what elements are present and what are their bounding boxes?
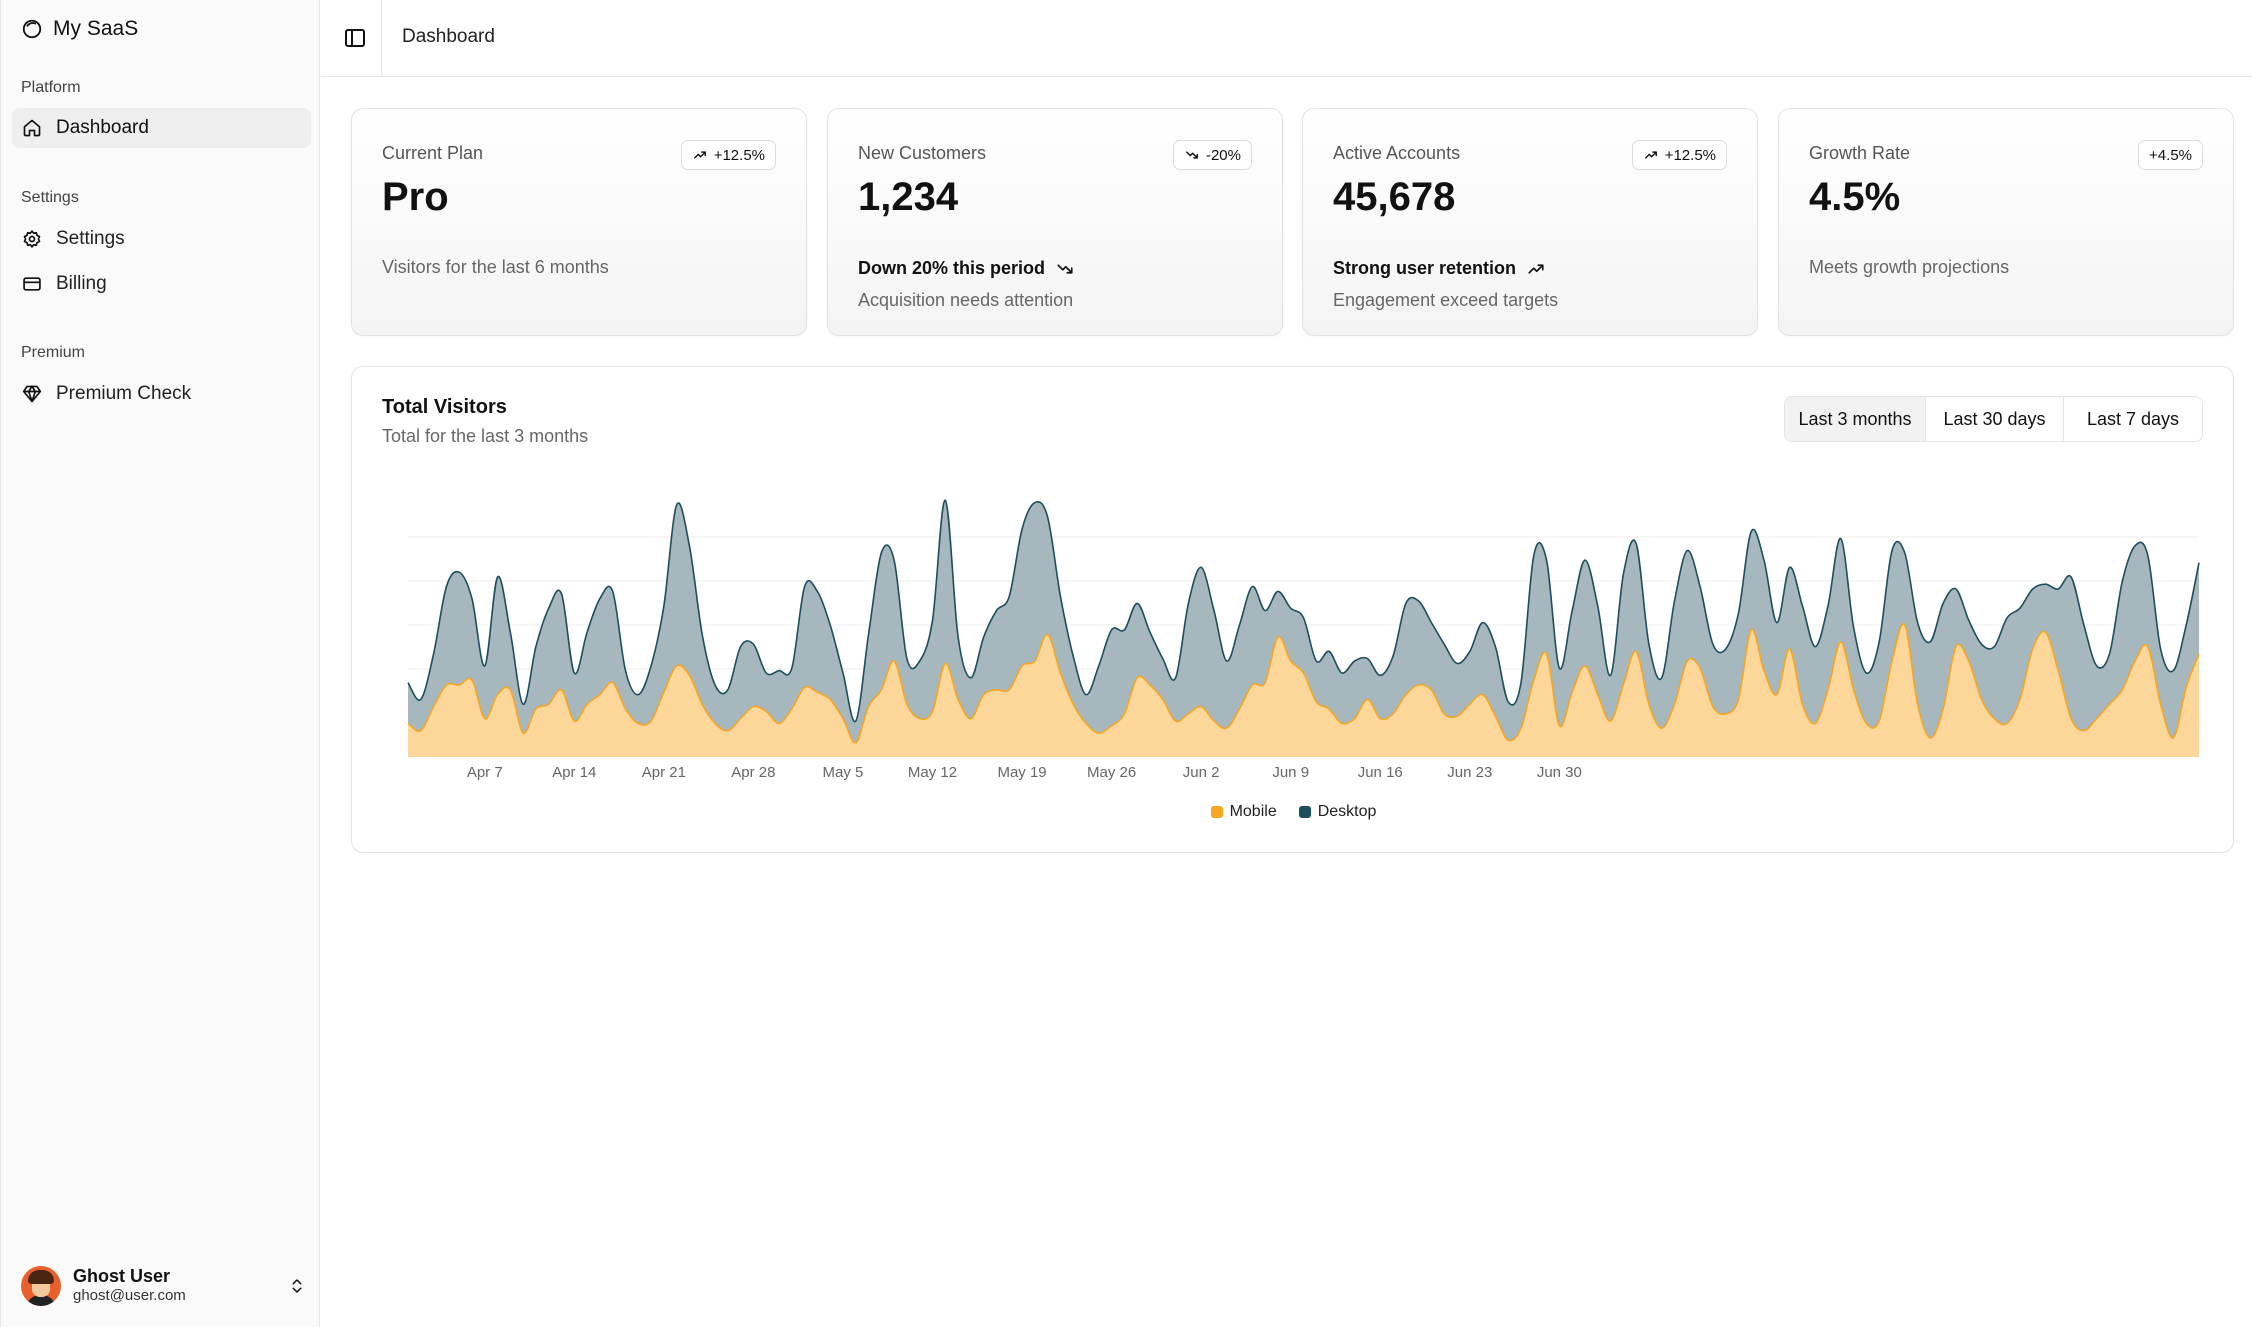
stat-card-active-accounts: Active Accounts +12.5% 45,678 Strong use… bbox=[1302, 108, 1758, 336]
x-tick-label: Apr 14 bbox=[552, 764, 596, 781]
breadcrumb: Dashboard bbox=[402, 26, 495, 47]
group-label-premium: Premium bbox=[21, 344, 86, 361]
card-description: Acquisition needs attention bbox=[858, 290, 1074, 310]
x-tick-label: Apr 21 bbox=[642, 764, 686, 781]
x-tick-label: Apr 28 bbox=[731, 764, 775, 781]
sidebar-item-label: Settings bbox=[56, 228, 125, 249]
sidebar-item-label: Dashboard bbox=[56, 117, 149, 138]
card-label: Current Plan bbox=[382, 143, 484, 163]
legend-item-mobile: Mobile bbox=[1210, 803, 1277, 821]
status-badge: -20% bbox=[1172, 140, 1252, 170]
stat-card-growth-rate: Growth Rate +4.5% 4.5% Meets growth proj… bbox=[1778, 108, 2234, 336]
trend-text: Down 20% this period bbox=[858, 258, 1046, 278]
card-label: New Customers bbox=[858, 143, 987, 163]
x-tick-label: May 26 bbox=[1087, 764, 1136, 781]
stat-card-current-plan: Current Plan +12.5% Pro Visitors for the… bbox=[351, 108, 807, 336]
legend-label-mobile: Mobile bbox=[1229, 803, 1277, 820]
x-tick-label: Jun 2 bbox=[1183, 764, 1220, 781]
legend-item-desktop: Desktop bbox=[1298, 803, 1377, 821]
status-badge: +4.5% bbox=[2138, 140, 2203, 170]
status-badge: +12.5% bbox=[1631, 140, 1727, 170]
x-tick-label: Jun 23 bbox=[1447, 764, 1492, 781]
card-label: Growth Rate bbox=[1809, 143, 1911, 163]
chevrons-up-down-icon bbox=[292, 1279, 302, 1293]
trending-up-icon bbox=[693, 151, 706, 159]
app-logo-icon bbox=[22, 19, 42, 39]
gem-icon bbox=[22, 385, 42, 403]
x-tick-label: Jun 16 bbox=[1358, 764, 1403, 781]
card-value: 1,234 bbox=[858, 175, 959, 219]
sidebar-item-dashboard[interactable]: Dashboard bbox=[12, 108, 311, 148]
app-name: My SaaS bbox=[53, 17, 139, 40]
trending-down-icon bbox=[1186, 151, 1198, 159]
user-menu[interactable]: Ghost User ghost@user.com bbox=[21, 1262, 306, 1310]
status-badge: +12.5% bbox=[680, 140, 776, 170]
sidebar-item-settings[interactable]: Settings bbox=[12, 219, 311, 259]
sidebar: My SaaS Platform Dashboard Settings Sett… bbox=[0, 0, 320, 1327]
x-tick-label: May 19 bbox=[997, 764, 1046, 781]
sidebar-item-billing[interactable]: Billing bbox=[12, 264, 311, 304]
legend-swatch-mobile bbox=[1210, 806, 1223, 818]
stat-card-new-customers: New Customers -20% 1,234 Down 20% this p… bbox=[827, 108, 1283, 336]
card-label: Active Accounts bbox=[1333, 143, 1461, 163]
group-label-settings: Settings bbox=[21, 189, 79, 206]
badge-text: +12.5% bbox=[1664, 146, 1716, 164]
sidebar-item-label: Premium Check bbox=[56, 383, 192, 404]
card-value: 4.5% bbox=[1809, 175, 1901, 219]
header-divider bbox=[381, 0, 382, 77]
legend-swatch-desktop bbox=[1298, 806, 1311, 818]
sidebar-item-premium-check[interactable]: Premium Check bbox=[12, 374, 311, 414]
card-trend: Down 20% this period bbox=[858, 258, 1075, 279]
top-bar: Dashboard bbox=[321, 0, 2252, 77]
card-description: Meets growth projections bbox=[1809, 257, 2010, 277]
legend-label-desktop: Desktop bbox=[1317, 803, 1377, 820]
x-tick-label: Jun 9 bbox=[1272, 764, 1309, 781]
sidebar-item-label: Billing bbox=[56, 273, 107, 294]
x-tick-label: Apr 7 bbox=[467, 764, 503, 781]
total-visitors-card: Total Visitors Total for the last 3 mont… bbox=[351, 366, 2234, 853]
trending-down-icon bbox=[1057, 263, 1073, 274]
badge-text: +12.5% bbox=[713, 146, 765, 164]
card-description: Visitors for the last 6 months bbox=[382, 257, 609, 277]
gear-icon bbox=[23, 230, 41, 248]
group-label-platform: Platform bbox=[21, 79, 81, 96]
card-value: 45,678 bbox=[1333, 175, 1456, 219]
home-icon bbox=[23, 119, 41, 137]
card-trend: Strong user retention bbox=[1333, 258, 1546, 279]
badge-text: -20% bbox=[1205, 146, 1241, 164]
visitors-area-chart: Apr 7 Apr 14 Apr 21 Apr 28 May 5 May 12 May 19… bbox=[407, 499, 2200, 781]
card-description: Engagement exceed targets bbox=[1333, 290, 1559, 310]
user-email: ghost@user.com bbox=[73, 1287, 186, 1304]
brand[interactable]: My SaaS bbox=[21, 14, 138, 44]
sidebar-toggle-icon[interactable] bbox=[343, 26, 367, 50]
badge-text: +4.5% bbox=[2149, 146, 2192, 164]
avatar bbox=[21, 1266, 61, 1306]
card-value: Pro bbox=[382, 175, 449, 219]
trend-text: Strong user retention bbox=[1333, 258, 1517, 278]
x-tick-label: May 5 bbox=[823, 764, 864, 781]
chart-legend: Mobile Desktop bbox=[352, 803, 2235, 821]
x-tick-label: May 12 bbox=[908, 764, 957, 781]
credit-card-icon bbox=[23, 277, 41, 291]
trending-up-icon bbox=[1644, 151, 1657, 159]
x-tick-label: Jun 30 bbox=[1537, 764, 1582, 781]
trending-up-icon bbox=[1528, 263, 1544, 274]
user-name: Ghost User bbox=[73, 1266, 171, 1286]
